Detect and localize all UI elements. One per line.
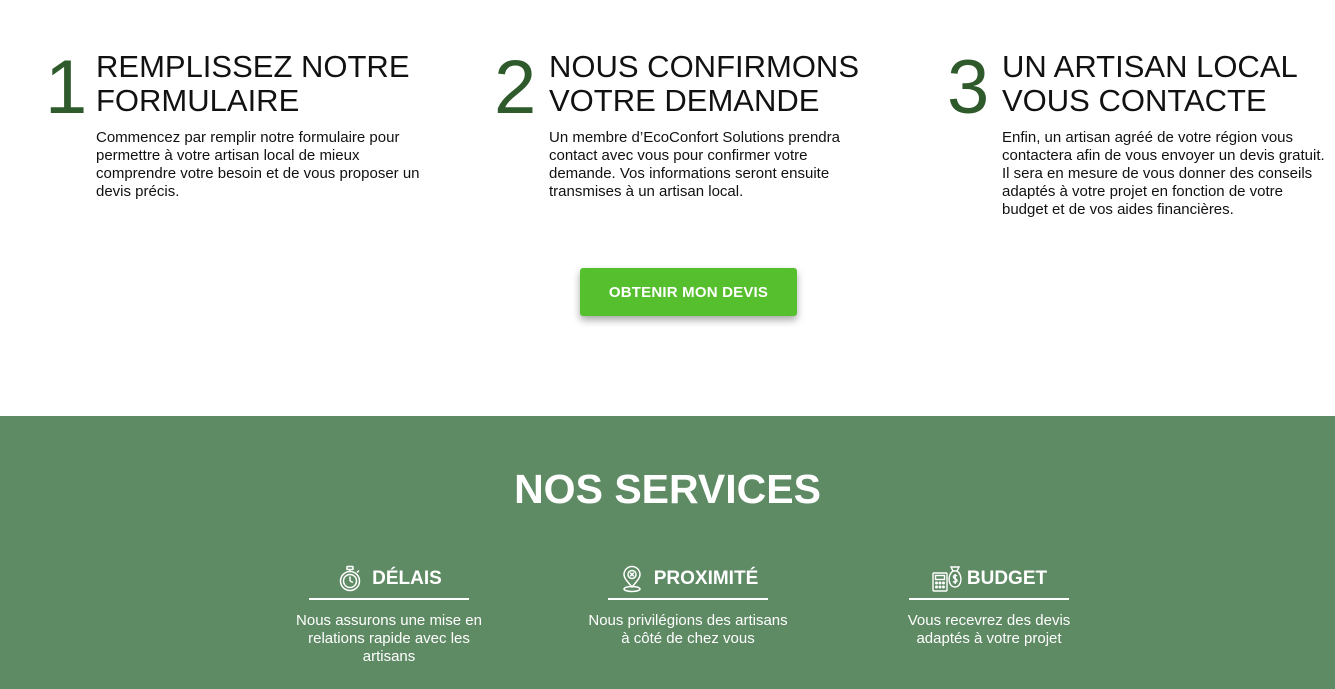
step-title-line2: VOUS CONTACTE — [1002, 83, 1267, 118]
step-description: Enfin, un artisan agréé de votre région … — [1002, 129, 1325, 218]
step-title-line2: VOTRE DEMANDE — [549, 83, 820, 118]
service-delais: DÉLAIS Nous assurons une mise en relatio… — [274, 564, 504, 666]
service-heading: BUDGET — [909, 564, 1069, 600]
step-body: UN ARTISAN LOCAL VOUS CONTACTE Enfin, un… — [1002, 50, 1332, 219]
step-body: REMPLISSEZ NOTRE FORMULAIRE Commencez pa… — [96, 50, 431, 201]
service-description: Nous assurons une mise en relations rapi… — [296, 612, 482, 665]
service-label: PROXIMITÉ — [653, 568, 759, 589]
step-number: 3 — [947, 45, 990, 130]
service-heading: DÉLAIS — [309, 564, 469, 600]
step-number: 1 — [45, 45, 88, 130]
stopwatch-icon — [336, 565, 364, 593]
service-label: BUDGET — [966, 568, 1048, 589]
get-quote-button[interactable]: OBTENIR MON DEVIS — [580, 268, 797, 316]
step-title: REMPLISSEZ NOTRE FORMULAIRE — [96, 50, 431, 118]
service-description: Vous recevrez des devis adaptés à votre … — [907, 612, 1071, 647]
service-label: DÉLAIS — [372, 568, 442, 589]
service-heading: PROXIMITÉ — [607, 564, 769, 600]
step-description: Un membre d’EcoConfort Solutions prendra… — [549, 129, 840, 200]
service-budget: BUDGET Vous recevrez des devis adaptés à… — [874, 564, 1104, 648]
step-title-line1: UN ARTISAN LOCAL — [1002, 49, 1298, 84]
step-body: NOUS CONFIRMONS VOTRE DEMANDE Un membre … — [549, 50, 869, 201]
step-title: NOUS CONFIRMONS VOTRE DEMANDE — [549, 50, 869, 118]
service-description: Nous privilégions des artisans à côté de… — [588, 612, 788, 647]
location-pin-icon — [618, 565, 646, 593]
service-proximite: PROXIMITÉ Nous privilégions des artisans… — [573, 564, 803, 648]
step-number: 2 — [494, 45, 537, 130]
step-title-line2: FORMULAIRE — [96, 83, 300, 118]
calculator-money-icon — [931, 565, 962, 593]
step-description: Commencez par remplir notre formulaire p… — [96, 129, 420, 200]
services-title: NOS SERVICES — [514, 466, 821, 512]
step-title-line1: NOUS CONFIRMONS — [549, 49, 859, 84]
steps-section: 1 REMPLISSEZ NOTRE FORMULAIRE Commencez … — [0, 0, 1335, 416]
services-section: NOS SERVICES DÉLAIS Nous assurons une mi… — [0, 416, 1335, 689]
step-title: UN ARTISAN LOCAL VOUS CONTACTE — [1002, 50, 1332, 118]
step-title-line1: REMPLISSEZ NOTRE — [96, 49, 410, 84]
